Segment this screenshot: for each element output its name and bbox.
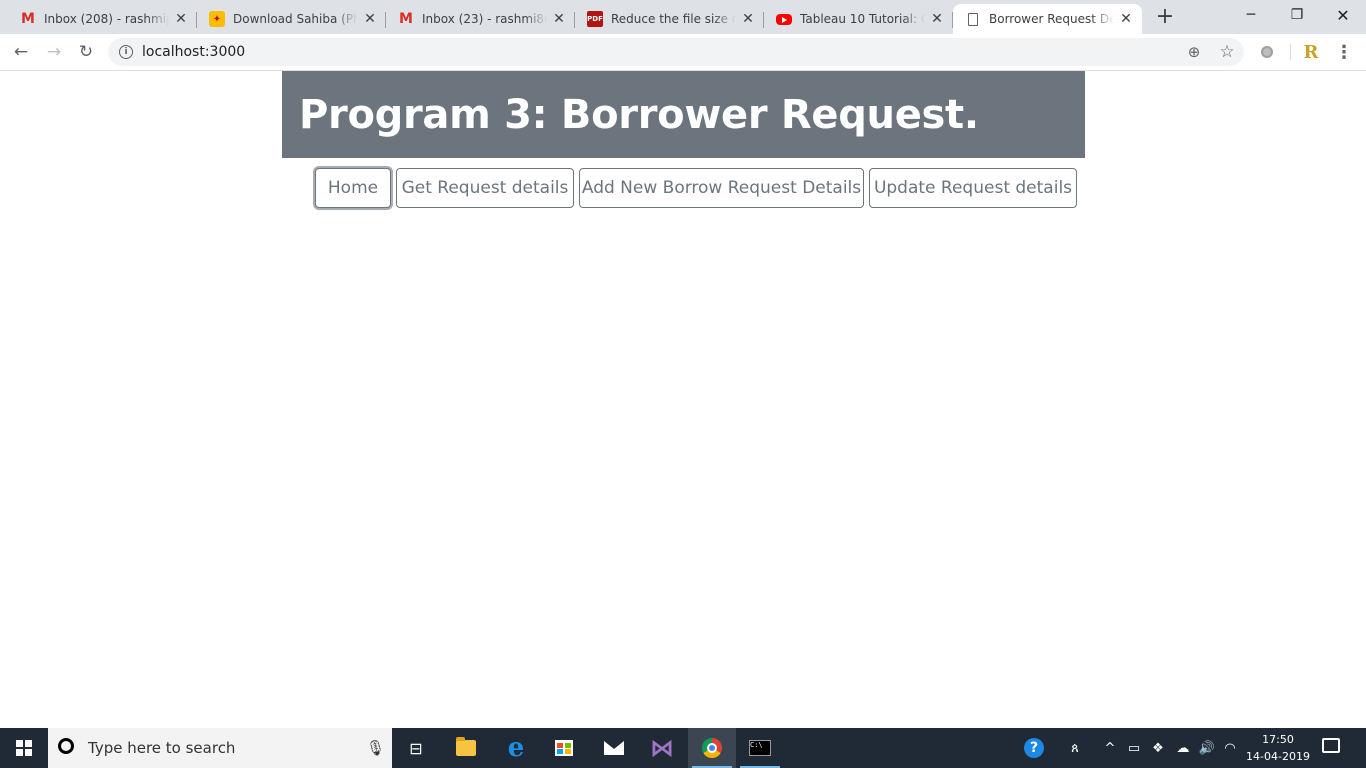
mail-icon: [604, 741, 624, 755]
reload-button[interactable]: ↻: [74, 40, 98, 64]
tab-title: Reduce the file size of y: [611, 12, 736, 26]
menu-icon[interactable]: ⋮: [1332, 40, 1356, 64]
windows-logo-icon: [16, 740, 32, 756]
home-button[interactable]: Home: [315, 168, 391, 208]
taskbar-store[interactable]: [540, 728, 588, 768]
task-view-icon: ⊟: [409, 738, 423, 758]
minimize-button[interactable]: ─: [1228, 0, 1274, 30]
extension-icon[interactable]: [1255, 40, 1279, 64]
tab-borrower-request[interactable]: Borrower Request Deta ✕: [953, 4, 1142, 34]
help-icon: ?: [1024, 738, 1044, 758]
taskbar-edge[interactable]: e: [492, 728, 540, 768]
close-icon[interactable]: ✕: [1118, 11, 1134, 27]
forward-button[interactable]: →: [42, 40, 66, 64]
new-tab-button[interactable]: +: [1154, 6, 1176, 29]
bookmark-star-icon[interactable]: ☆: [1217, 42, 1237, 62]
close-icon[interactable]: ✕: [173, 11, 189, 27]
file-explorer-icon: [456, 737, 476, 756]
clock-date: 14-04-2019: [1246, 750, 1310, 763]
info-icon[interactable]: i: [119, 45, 133, 59]
pdf-icon: PDF: [587, 11, 603, 27]
taskbar-chrome[interactable]: [688, 728, 736, 768]
extension-r-letter: R: [1303, 41, 1319, 63]
tab-title: Inbox (23) - rashmi86pa: [422, 12, 547, 26]
microphone-icon[interactable]: 🎙: [366, 739, 385, 757]
url-text[interactable]: localhost:3000: [142, 44, 245, 60]
page-banner: Program 3: Borrower Request.: [282, 71, 1085, 158]
show-hidden-icons-chevron[interactable]: ^: [1100, 728, 1120, 768]
window-close-button[interactable]: ✕: [1320, 0, 1366, 30]
gmail-icon: M: [399, 11, 413, 27]
document-icon: [965, 11, 981, 27]
add-new-borrow-request-button[interactable]: Add New Borrow Request Details: [579, 168, 864, 208]
restore-button[interactable]: ❐: [1274, 0, 1320, 30]
update-request-details-button[interactable]: Update Request details: [869, 168, 1077, 208]
command-prompt-icon: C:\: [749, 740, 771, 756]
action-center-icon[interactable]: [1322, 738, 1340, 753]
tab-gmail-inbox-208[interactable]: M Inbox (208) - rashmipav ✕: [8, 4, 197, 34]
zoom-icon[interactable]: ⊕: [1184, 42, 1204, 62]
taskbar-file-explorer[interactable]: [442, 728, 490, 768]
dropbox-icon[interactable]: ❖: [1148, 728, 1168, 768]
taskbar-mail[interactable]: [590, 728, 638, 768]
tab-title: Download Sahiba (Phillau: [233, 12, 358, 26]
close-icon[interactable]: ✕: [362, 11, 378, 27]
taskbar-clock[interactable]: 17:50 14-04-2019: [1240, 731, 1316, 765]
windows-taskbar: Type here to search 🎙 ⊟ e ⋈ C:\ ? ጰ ^ ▭ …: [0, 728, 1366, 768]
address-bar[interactable]: i localhost:3000 ⊕ ☆: [108, 38, 1244, 66]
task-view-button[interactable]: ⊟: [392, 728, 440, 768]
help-tray-button[interactable]: ?: [1022, 728, 1046, 768]
download-site-icon: ✦: [209, 11, 225, 27]
clock-time: 17:50: [1262, 733, 1294, 746]
get-request-details-button[interactable]: Get Request details: [396, 168, 574, 208]
people-icon[interactable]: ጰ: [1064, 728, 1086, 768]
youtube-icon: [776, 13, 792, 25]
tab-title: Tableau 10 Tutorial: Clu: [800, 12, 925, 26]
tab-download-sahiba[interactable]: ✦ Download Sahiba (Phillau ✕: [197, 4, 386, 34]
tab-title: Inbox (208) - rashmipav: [44, 12, 169, 26]
gmail-icon: M: [21, 11, 35, 27]
browser-tab-strip: M Inbox (208) - rashmipav ✕ ✦ Download S…: [0, 0, 1366, 34]
tab-gmail-inbox-23[interactable]: M Inbox (23) - rashmi86pa ✕: [386, 4, 575, 34]
store-icon: [555, 740, 573, 756]
wifi-icon[interactable]: ◠: [1220, 728, 1240, 768]
onedrive-icon[interactable]: ☁: [1172, 728, 1194, 768]
taskbar-visual-studio[interactable]: ⋈: [638, 728, 686, 768]
battery-icon[interactable]: ▭: [1124, 728, 1144, 768]
close-icon[interactable]: ✕: [551, 11, 567, 27]
taskbar-command-prompt[interactable]: C:\: [736, 728, 784, 768]
start-button[interactable]: [0, 728, 48, 768]
visual-studio-icon: ⋈: [650, 734, 674, 762]
cortana-icon: [58, 738, 74, 754]
edge-icon: e: [507, 733, 525, 763]
browser-toolbar: ← → ↻ i localhost:3000 ⊕ ☆ R ⋮: [0, 34, 1366, 71]
taskbar-search-box[interactable]: Type here to search 🎙: [48, 728, 392, 768]
volume-icon[interactable]: 🔊: [1196, 728, 1218, 768]
toolbar-divider: [1290, 44, 1291, 60]
chrome-icon: [702, 738, 722, 758]
close-icon[interactable]: ✕: [740, 11, 756, 27]
tab-tableau-tutorial[interactable]: Tableau 10 Tutorial: Clu ✕: [764, 4, 953, 34]
search-placeholder: Type here to search: [88, 739, 236, 757]
tab-reduce-pdf[interactable]: PDF Reduce the file size of y ✕: [575, 4, 764, 34]
extension-r-icon[interactable]: R: [1299, 40, 1323, 64]
close-icon[interactable]: ✕: [929, 11, 945, 27]
back-button[interactable]: ←: [9, 40, 33, 64]
tab-title: Borrower Request Deta: [989, 12, 1114, 26]
page-title: Program 3: Borrower Request.: [299, 92, 979, 138]
